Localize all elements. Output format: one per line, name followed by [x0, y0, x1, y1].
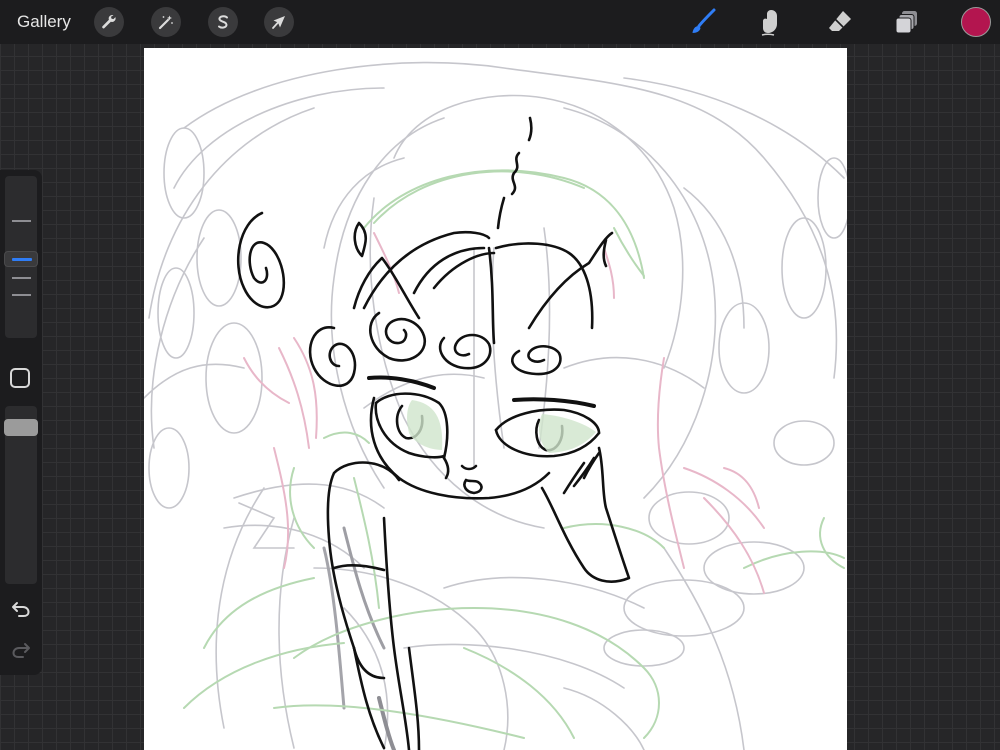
redo-arrow-icon [12, 643, 30, 658]
arrow-cursor-icon [272, 16, 285, 29]
smudge-finger-icon [761, 10, 777, 36]
eraser-icon [829, 11, 851, 31]
eraser-tool-button[interactable] [824, 6, 856, 38]
actions-button[interactable] [94, 7, 124, 37]
undo-button[interactable] [9, 597, 33, 621]
size-tick [12, 294, 31, 296]
size-tick [12, 220, 31, 222]
left-sidebar [0, 170, 42, 675]
green-sketch-layer [183, 169, 845, 739]
opacity-knob[interactable] [4, 419, 38, 436]
layers-button[interactable] [891, 6, 923, 38]
transform-button[interactable] [264, 7, 294, 37]
selection-s-icon [218, 15, 228, 29]
top-toolbar: Gallery [0, 0, 1000, 44]
layers-icon [895, 11, 917, 34]
size-indicator [12, 258, 32, 261]
brush-icon [692, 8, 716, 33]
undo-arrow-icon [12, 602, 30, 617]
adjustments-button[interactable] [151, 7, 181, 37]
color-picker-button[interactable] [961, 7, 991, 37]
smudge-tool-button[interactable] [755, 6, 787, 38]
brush-tool-button[interactable] [687, 6, 719, 38]
redo-button[interactable] [9, 638, 33, 662]
brush-size-knob[interactable] [4, 251, 38, 267]
gray-sketch-layer [144, 61, 847, 750]
modify-button[interactable] [10, 368, 30, 388]
right-eye-fill [538, 414, 596, 453]
magic-wand-icon [158, 15, 173, 30]
wrench-icon [102, 14, 116, 29]
sketch-artwork [144, 61, 847, 750]
gallery-button[interactable]: Gallery [17, 11, 71, 33]
selection-button[interactable] [208, 7, 238, 37]
drawing-canvas[interactable] [144, 48, 847, 750]
left-eye-fill [407, 400, 443, 450]
size-tick [12, 277, 31, 279]
